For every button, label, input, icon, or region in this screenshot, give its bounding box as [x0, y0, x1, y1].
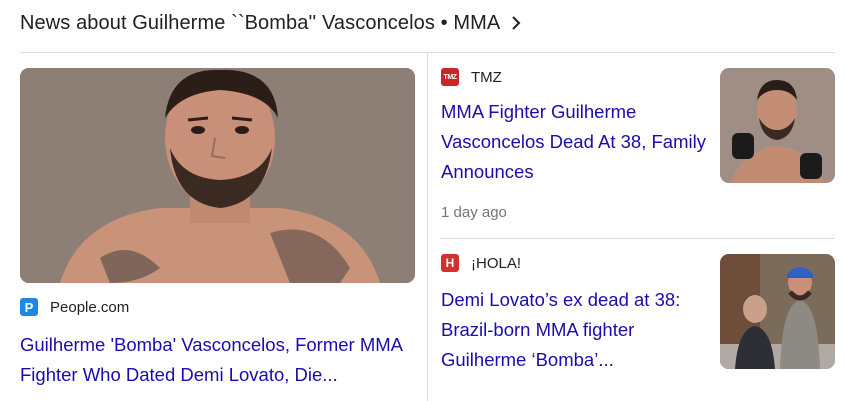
article-source: TMZ TMZ [441, 68, 502, 86]
article-thumbnail[interactable] [720, 68, 835, 183]
news-section-title: News about Guilherme ``Bomba'' Vasconcel… [20, 11, 501, 34]
news-card-tmz[interactable]: TMZ TMZ MMA Fighter Guilherme Vasconcelo… [441, 68, 835, 228]
chevron-right-icon [512, 16, 521, 30]
news-section-header[interactable]: News about Guilherme ``Bomba'' Vasconcel… [20, 8, 522, 38]
article-title[interactable]: MMA Fighter Guilherme Vasconcelos Dead A… [441, 97, 706, 187]
article-divider [440, 238, 835, 239]
article-source-name: TMZ [471, 68, 502, 86]
article-thumbnail[interactable] [720, 254, 835, 369]
featured-article-title[interactable]: Guilherme 'Bomba' Vasconcelos, Former MM… [20, 330, 415, 390]
fighter-portrait-image [20, 68, 415, 283]
couple-photo-image [720, 254, 835, 369]
hola-favicon-icon: H [441, 254, 459, 272]
tmz-favicon-icon: TMZ [441, 68, 459, 86]
featured-source: P People.com [20, 298, 129, 316]
news-card-hola[interactable]: H ¡HOLA! Demi Lovato’s ex dead at 38: Br… [441, 254, 835, 384]
featured-source-name: People.com [50, 298, 130, 316]
featured-article-image[interactable] [20, 68, 415, 283]
people-favicon-icon: P [20, 298, 38, 316]
column-divider [427, 53, 428, 401]
fighter-thumbnail-image [720, 68, 835, 183]
article-source-name: ¡HOLA! [471, 254, 522, 272]
article-title[interactable]: Demi Lovato’s ex dead at 38: Brazil-born… [441, 285, 706, 375]
article-source: H ¡HOLA! [441, 254, 521, 272]
article-timestamp: 1 day ago [441, 204, 507, 221]
